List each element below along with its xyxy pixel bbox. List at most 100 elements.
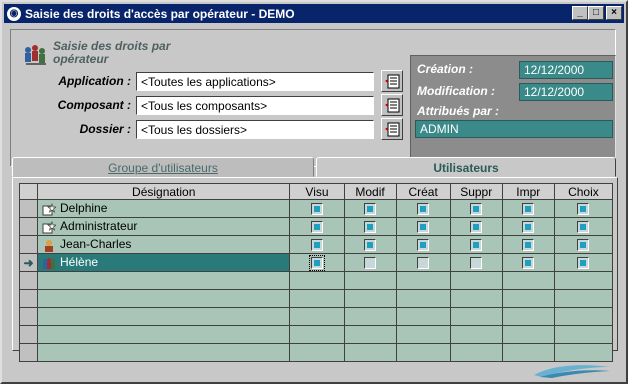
right-checkbox[interactable] [577,256,590,269]
creation-label: Création : [417,62,474,76]
user-name: Jean-Charles [60,237,132,252]
right-checkbox[interactable] [417,220,430,233]
row-selector[interactable] [18,271,39,290]
right-cell [553,235,614,254]
title-bar[interactable]: ◉ Saisie des droits d'accès par opérateu… [4,4,624,23]
user-row[interactable]: Delphine [18,199,614,218]
modification-label: Modification : [417,84,495,98]
right-checkbox[interactable] [470,256,483,269]
empty-row[interactable] [18,289,614,308]
column-header[interactable]: Choix [553,183,614,200]
right-cell [501,235,555,254]
user-row[interactable]: Administrateur [18,217,614,236]
user-row[interactable]: Jean-Charles [18,235,614,254]
right-checkbox[interactable] [364,220,377,233]
dossier-label: Dossier : [79,122,131,136]
right-checkbox[interactable] [577,238,590,251]
right-checkbox[interactable] [577,220,590,233]
right-checkbox[interactable] [417,202,430,215]
tab-bar: Groupe d'utilisateurs Utilisateurs [12,157,618,177]
user-name-cell[interactable]: Hélène [37,253,291,272]
tab-utilisateurs[interactable]: Utilisateurs [316,157,616,177]
row-selector[interactable] [18,289,39,308]
user-name-cell[interactable]: Jean-Charles [37,235,291,254]
right-cell [501,253,555,272]
right-checkbox[interactable] [470,220,483,233]
right-checkbox[interactable] [522,238,535,251]
right-cell [395,253,451,272]
right-cell [501,217,555,236]
row-selector[interactable] [18,307,39,326]
user-row[interactable]: ➜ Hélène [18,253,614,272]
right-checkbox[interactable] [417,256,430,269]
right-checkbox[interactable] [364,256,377,269]
right-cell [553,199,614,218]
empty-cell [395,289,451,308]
empty-cell [395,271,451,290]
app-window: ◉ Saisie des droits d'accès par opérateu… [0,0,628,384]
right-checkbox[interactable] [364,238,377,251]
column-header[interactable]: Impr [501,183,555,200]
attribues-label: Attribués par : [417,104,500,118]
empty-row[interactable] [18,271,614,290]
empty-cell [449,289,503,308]
right-checkbox[interactable] [310,238,323,251]
row-selector[interactable] [18,235,39,254]
user-name-cell[interactable]: Administrateur [37,217,291,236]
modification-date: 12/12/2000 [519,83,613,101]
person-icon [42,237,60,252]
empty-row[interactable] [18,325,614,344]
status-strip [10,353,616,381]
right-checkbox[interactable] [577,202,590,215]
user-name-cell[interactable]: Delphine [37,199,291,218]
right-checkbox[interactable] [470,238,483,251]
empty-cell [501,271,555,290]
rights-table-body: Delphine Administrateur Jean-Charles ➜ Hélèn… [18,199,614,362]
row-selector[interactable] [18,199,39,218]
right-checkbox[interactable] [470,202,483,215]
application-picker-button[interactable] [381,70,403,92]
empty-cell [37,289,291,308]
window-title: Saisie des droits d'accès par opérateur … [25,6,295,21]
empty-cell [37,271,291,290]
composant-picker-button[interactable] [381,94,403,116]
right-checkbox[interactable] [310,202,323,215]
right-checkbox[interactable] [522,220,535,233]
dossier-picker-button[interactable] [381,118,403,140]
right-cell [501,199,555,218]
application-field[interactable] [136,72,374,91]
column-header[interactable]: Désignation [37,183,291,200]
group-icon [42,255,60,269]
app-icon[interactable]: ◉ [7,6,21,21]
empty-cell [343,289,397,308]
right-cell [289,217,345,236]
close-button[interactable]: × [606,6,622,20]
minimize-button[interactable]: _ [572,6,588,20]
right-cell [289,253,345,272]
empty-row[interactable] [18,307,614,326]
composant-label: Composant : [57,98,131,112]
right-checkbox[interactable] [522,202,535,215]
right-checkbox[interactable] [522,256,535,269]
right-cell [449,235,503,254]
empty-cell [501,325,555,344]
tab-groupe-utilisateurs[interactable]: Groupe d'utilisateurs [12,157,314,177]
column-header[interactable]: Modif [343,183,397,200]
right-checkbox[interactable] [364,202,377,215]
row-selector[interactable] [18,325,39,344]
row-selector[interactable] [18,217,39,236]
dossier-field[interactable] [136,120,374,139]
right-checkbox[interactable] [308,254,325,271]
column-header[interactable]: Visu [289,183,345,200]
empty-cell [289,289,345,308]
composant-field[interactable] [136,96,374,115]
empty-cell [449,307,503,326]
rights-grid-frame: Désignation Visu Modif Créat Suppr Impr … [12,177,618,362]
application-label: Application : [58,74,131,88]
row-selector[interactable]: ➜ [18,253,39,272]
right-checkbox[interactable] [310,220,323,233]
maximize-button[interactable]: □ [588,6,604,20]
column-header[interactable]: Suppr [449,183,503,200]
column-header[interactable]: Créat [395,183,451,200]
right-checkbox[interactable] [417,238,430,251]
